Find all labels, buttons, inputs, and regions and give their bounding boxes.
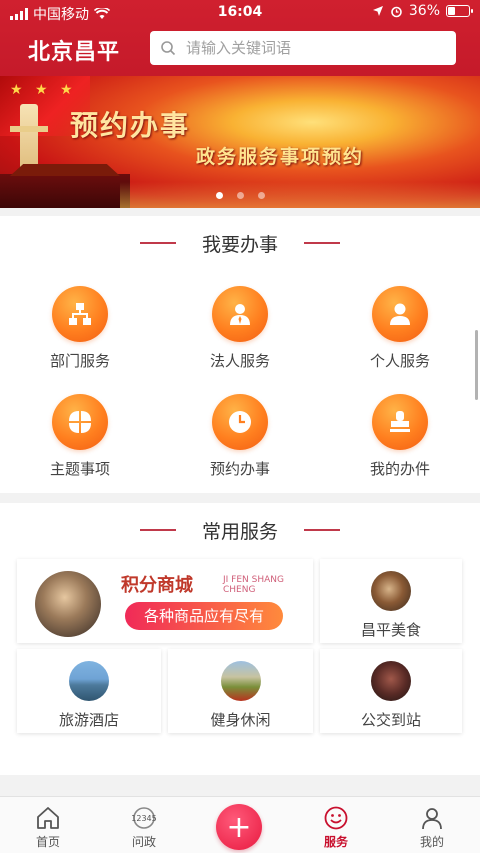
item-label: 个人服务	[369, 352, 430, 370]
fitness-icon	[220, 661, 261, 701]
home-icon	[37, 807, 59, 829]
hotel-icon	[69, 661, 109, 701]
search-input[interactable]	[186, 39, 436, 57]
smile-icon	[324, 806, 348, 830]
location-icon	[372, 6, 383, 16]
status-right: 36%	[372, 3, 473, 19]
banner-carousel[interactable]: ★ ★ ★ 预约办事 政务服务事项预约	[0, 76, 480, 208]
tab-label: 我的	[419, 835, 444, 849]
item-appointment[interactable]: 预约办事	[180, 394, 300, 479]
mall-slogan: 各种商品应有尽有	[125, 602, 283, 630]
org-chart-icon	[52, 286, 108, 342]
tab-mine[interactable]: 我的	[392, 805, 472, 850]
tile-label: 健身休闲	[210, 711, 271, 729]
scroll-indicator	[475, 330, 478, 400]
battery-percent: 36%	[408, 3, 440, 19]
tile-food[interactable]: 昌平美食	[320, 559, 462, 643]
tile-label: 昌平美食	[360, 621, 421, 639]
battery-icon	[446, 5, 473, 17]
section-title: 我要办事	[0, 230, 480, 257]
gate-graphic	[0, 174, 130, 208]
tab-label: 首页	[35, 835, 60, 849]
tile-bus[interactable]: 公交到站	[320, 649, 462, 733]
tab-label: 问政	[131, 835, 156, 849]
status-bar: 中国移动 16:04 36%	[0, 0, 480, 24]
tile-label: 公交到站	[360, 711, 421, 729]
food-icon	[371, 571, 411, 611]
item-label: 部门服务	[49, 352, 110, 370]
item-legal-person-service[interactable]: 法人服务	[180, 286, 300, 371]
item-label: 主题事项	[49, 460, 110, 478]
item-label: 我的办件	[369, 460, 430, 478]
points-mall-banner[interactable]: 积分商城 JI FEN SHANG CHENG 各种商品应有尽有	[17, 559, 313, 643]
mall-english: JI FEN SHANG CHENG	[223, 575, 284, 595]
search-icon	[161, 41, 176, 56]
item-department-service[interactable]: 部门服务	[20, 286, 140, 371]
12345-icon: 12345	[131, 807, 157, 829]
common-services-section: 常用服务 积分商城 JI FEN SHANG CHENG 各种商品应有尽有 昌平…	[0, 503, 480, 775]
carousel-dot[interactable]	[215, 192, 223, 199]
user-icon	[422, 808, 442, 830]
header: 中国移动 16:04 36% 北京昌平	[0, 0, 480, 76]
mall-image	[35, 571, 101, 637]
add-button[interactable]: +	[216, 804, 262, 850]
tab-home[interactable]: 首页	[8, 805, 88, 850]
legal-person-icon	[212, 286, 268, 342]
clock-icon	[212, 394, 268, 450]
tab-inquiry[interactable]: 12345 问政	[104, 805, 184, 850]
carousel-dot[interactable]	[257, 192, 265, 199]
banner-subtitle: 政务服务事项预约	[196, 146, 365, 168]
theme-icon	[52, 394, 108, 450]
section-title: 常用服务	[0, 517, 480, 544]
alarm-icon	[391, 6, 402, 17]
item-personal-service[interactable]: 个人服务	[340, 286, 460, 371]
tile-label: 旅游酒店	[58, 711, 119, 729]
services-section: 我要办事 部门服务 法人服务 个人服务 主题事项 预约办事 我的办件	[0, 216, 480, 493]
plus-icon: +	[226, 809, 252, 845]
item-label: 预约办事	[209, 460, 270, 478]
search-bar[interactable]	[150, 31, 456, 65]
carousel-dots	[0, 192, 480, 199]
tile-fitness[interactable]: 健身休闲	[168, 649, 313, 733]
banner-title: 预约办事	[70, 109, 191, 142]
tab-badge: 12345	[131, 814, 156, 823]
item-my-cases[interactable]: 我的办件	[340, 394, 460, 479]
stars-graphic: ★ ★ ★	[10, 82, 77, 98]
item-theme-matters[interactable]: 主题事项	[20, 394, 140, 479]
person-icon	[372, 286, 428, 342]
tab-label: 服务	[323, 835, 348, 849]
tile-hotel[interactable]: 旅游酒店	[17, 649, 161, 733]
tab-services[interactable]: 服务	[296, 805, 376, 850]
bus-icon	[371, 661, 411, 701]
carousel-dot[interactable]	[236, 192, 244, 199]
item-label: 法人服务	[209, 352, 270, 370]
stamp-icon	[372, 394, 428, 450]
app-logo[interactable]: 北京昌平	[28, 34, 120, 66]
mall-title: 积分商城	[121, 575, 193, 596]
